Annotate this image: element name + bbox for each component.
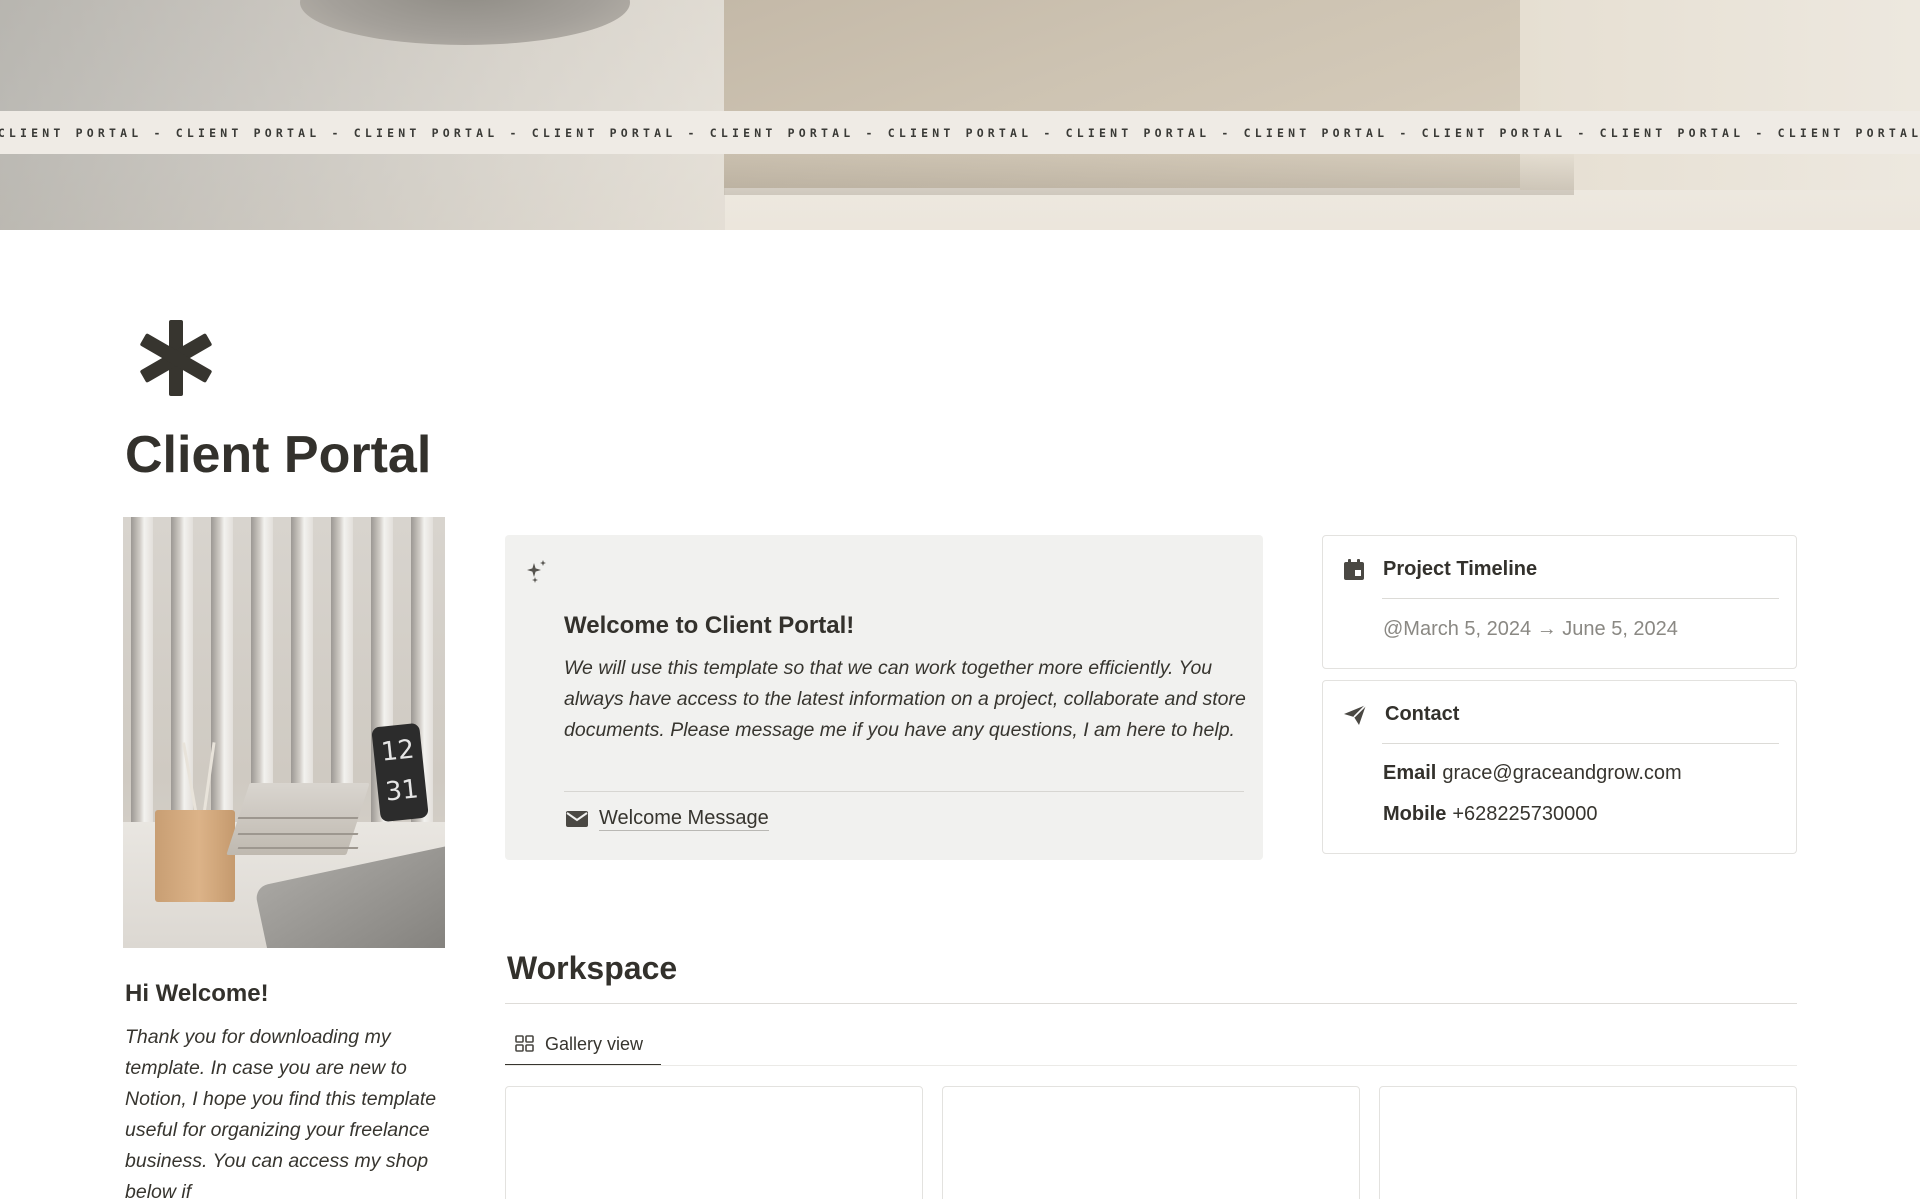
paper-plane-icon: [1344, 703, 1367, 725]
workspace-divider: [505, 1003, 1797, 1004]
project-timeline-card: Project Timeline @March 5, 2024 → June 5…: [1322, 535, 1797, 669]
welcome-message-label[interactable]: Welcome Message: [599, 806, 769, 831]
book-stack: [226, 783, 370, 855]
cover-stone-shadow: [724, 150, 1574, 195]
gallery-card[interactable]: [1379, 1086, 1797, 1199]
tab-gallery-view[interactable]: Gallery view: [505, 1024, 661, 1066]
cover-banner-strip: CLIENT PORTAL - CLIENT PORTAL - CLIENT P…: [0, 111, 1920, 154]
gallery-view-label[interactable]: Gallery view: [545, 1034, 643, 1055]
sparkles-icon: [527, 560, 546, 583]
contact-email-row: Email grace@graceandgrow.com: [1383, 762, 1682, 785]
welcome-title: Welcome to Client Portal!: [564, 612, 855, 639]
mobile-value[interactable]: +628225730000: [1452, 803, 1597, 825]
email-label: Email: [1383, 762, 1437, 784]
greeting-text: Thank you for downloading my template. I…: [125, 1026, 437, 1199]
gallery-card[interactable]: [942, 1086, 1360, 1199]
tab-divider: [505, 1065, 1797, 1066]
pencil-holder: [155, 810, 235, 902]
welcome-callout: Welcome to Client Portal! We will use th…: [505, 535, 1263, 860]
phone-clock: 12 31: [371, 722, 429, 823]
cover-background: [1520, 0, 1920, 190]
page-title: Client Portal: [125, 426, 432, 484]
gallery-card[interactable]: [505, 1086, 923, 1199]
project-timeline-label: Project Timeline: [1383, 558, 1538, 580]
cover-image: CLIENT PORTAL - CLIENT PORTAL - CLIENT P…: [0, 0, 1920, 230]
contact-label: Contact: [1385, 703, 1460, 725]
mobile-label: Mobile: [1383, 803, 1447, 825]
gallery-grid-icon: [515, 1035, 534, 1052]
callout-divider: [564, 791, 1244, 792]
contact-card: Contact Email grace@graceandgrow.com Mobi…: [1322, 680, 1797, 854]
cover-banner-text: CLIENT PORTAL - CLIENT PORTAL - CLIENT P…: [0, 125, 1920, 140]
sidebar-photo: 12 31: [123, 517, 445, 948]
envelope-icon: [566, 810, 588, 827]
calendar-icon: [1344, 558, 1364, 580]
welcome-message-link[interactable]: Welcome Message: [565, 806, 769, 831]
welcome-message: We will use this template so that we can…: [564, 657, 1246, 741]
email-value[interactable]: grace@graceandgrow.com: [1442, 762, 1681, 784]
contact-mobile-row: Mobile +628225730000: [1383, 803, 1598, 826]
workspace-title: Workspace: [507, 950, 678, 986]
asterisk-icon[interactable]: [136, 318, 216, 398]
greeting-title: Hi Welcome!: [125, 980, 269, 1007]
project-timeline-dates[interactable]: @March 5, 2024 → June 5, 2024: [1383, 618, 1678, 641]
